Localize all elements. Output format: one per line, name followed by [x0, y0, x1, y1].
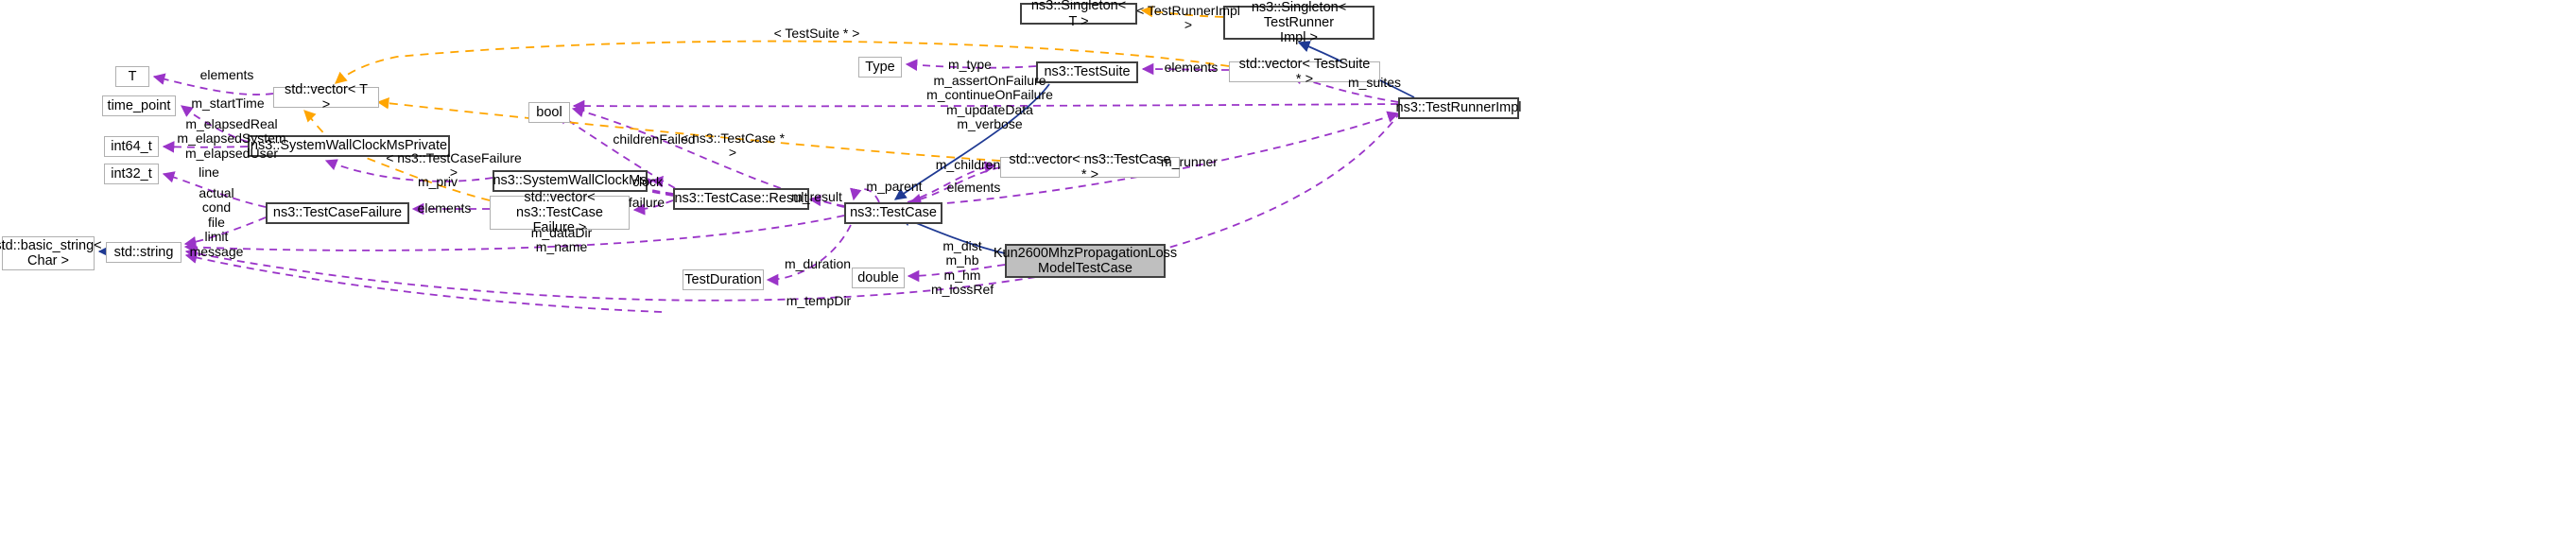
node-ns3-singleton-T[interactable]: ns3::Singleton< T > [1020, 0, 1137, 29]
edge-label-tpl-testsuite-ptr: < TestSuite * > [773, 26, 860, 41]
edge-label-suite-flags: m_assertOnFailure m_continueOnFailure m_… [926, 73, 1053, 132]
edge-label-m-tempdir: m_tempDir [786, 293, 852, 308]
edge-label-m-runner: m_runner [1161, 154, 1218, 169]
node-ns3-singleton-testrunnerimpl[interactable]: ns3::Singleton< TestRunner Impl > [1223, 0, 1374, 45]
edge-label-line: line [199, 164, 219, 180]
edge-label-tpl-testrunnerimpl: < TestRunnerImpl > [1136, 3, 1240, 33]
edge-label-elements-testcase: elements [946, 180, 1001, 195]
node-ns3-testrunnerimpl[interactable]: ns3::TestRunnerImpl [1396, 97, 1522, 119]
edge-label-m-children: m_children [935, 157, 1001, 172]
edge-label-m-parent: m_parent [866, 179, 923, 194]
edge-label-m-result: m_result [791, 189, 842, 204]
edge-label-m-duration: m_duration [784, 256, 852, 271]
node-std-basic-string[interactable]: std::basic_string< Char > [0, 236, 102, 270]
edge-label-kun-fields: m_dist m_hb m_hm m_lossRef [931, 238, 994, 298]
collaboration-diagram: T time_point int64_t int32_t std::basic_… [0, 0, 2576, 536]
edge-label-datadir-name: m_dataDir m_name [530, 225, 593, 255]
node-ns3-testcasefailure[interactable]: ns3::TestCaseFailure [266, 202, 409, 224]
node-bool[interactable]: bool [528, 102, 570, 123]
edge-label-failure: failure [628, 195, 666, 210]
edge-label-failure-fields: actual cond file limit message [189, 185, 244, 259]
edge-label-clock: clock [632, 174, 663, 189]
edge-label-elements-testsuite: elements [1164, 60, 1219, 75]
edge-lower-to-string [184, 251, 663, 313]
node-int32-t[interactable]: int32_t [104, 164, 159, 184]
edge-label-elapsed-fields: m_elapsedReal m_elapsedSystem m_elapsedU… [177, 116, 286, 161]
node-time-point[interactable]: time_point [102, 95, 176, 116]
edge-label-m-type: m_type [948, 57, 992, 72]
node-T[interactable]: T [115, 66, 149, 87]
node-std-vector-T[interactable]: std::vector< T > [273, 82, 379, 112]
edge-label-elements-failure: elements [417, 200, 472, 216]
node-int64-t[interactable]: int64_t [104, 136, 159, 157]
node-std-string[interactable]: std::string [106, 242, 182, 263]
node-testduration[interactable]: TestDuration [683, 269, 764, 290]
node-type[interactable]: Type [858, 57, 902, 78]
node-kun2600mhz-testcase[interactable]: Kun2600MhzPropagationLoss ModelTestCase [994, 244, 1177, 278]
edge-label-m-priv: m_priv [417, 174, 458, 189]
node-ns3-testcase[interactable]: ns3::TestCase [844, 202, 942, 224]
edge-label-elements-vectorT: elements [199, 67, 254, 82]
edge-label-tpl-testcase-ptr: < ns3::TestCase * > [680, 130, 786, 161]
edge-label-m-starttime: m_startTime [191, 95, 265, 111]
edge-label-m-suites: m_suites [1347, 75, 1402, 90]
